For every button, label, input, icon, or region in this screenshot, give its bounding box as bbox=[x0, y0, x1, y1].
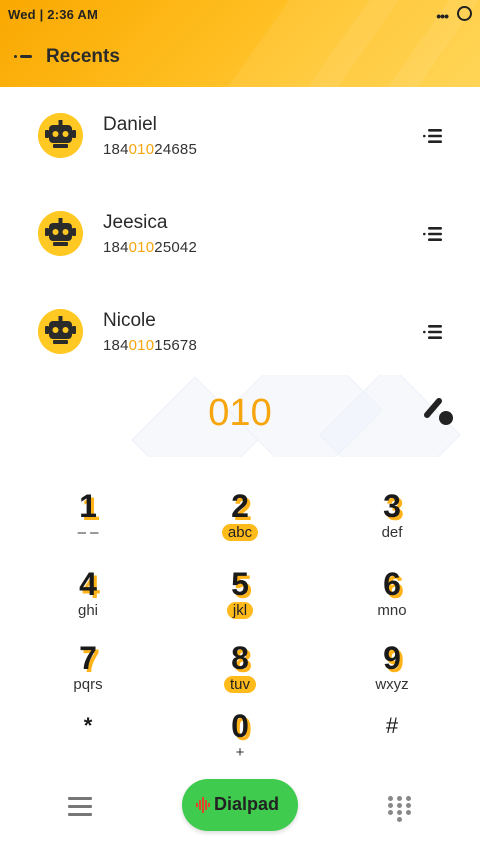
key-5[interactable]: 5 jkl bbox=[160, 566, 320, 640]
contact-menu-icon[interactable] bbox=[422, 324, 444, 340]
status-bar: Wed | 2:36 AM ••• bbox=[0, 0, 480, 28]
key-2[interactable]: 2 abc bbox=[160, 488, 320, 562]
contact-name: Jeesica bbox=[103, 212, 168, 233]
key-letters: + bbox=[235, 744, 245, 761]
key-1[interactable]: 1 – – bbox=[8, 488, 168, 562]
key-letters: tuv bbox=[223, 676, 256, 693]
key-4[interactable]: 4 ghi bbox=[8, 566, 168, 640]
key-letters: def bbox=[381, 524, 403, 541]
header: Wed | 2:36 AM ••• Recents bbox=[0, 0, 480, 87]
key-digit: 7 bbox=[79, 640, 97, 676]
dialed-number: 010 bbox=[208, 392, 272, 434]
contact-row[interactable]: Nicole 18401015678 bbox=[0, 283, 480, 381]
contact-name: Daniel bbox=[103, 114, 157, 135]
robot-avatar-icon bbox=[38, 309, 83, 354]
contact-row[interactable]: Daniel 18401024685 bbox=[0, 87, 480, 185]
key-digit: 5 bbox=[231, 566, 249, 602]
key-digit: 0 bbox=[231, 708, 249, 744]
dialpad-button[interactable]: Dialpad bbox=[182, 779, 298, 831]
dialpad-label: Dialpad bbox=[214, 794, 280, 814]
key-digit: # bbox=[385, 713, 399, 738]
voice-wave-icon bbox=[196, 797, 210, 813]
key-6[interactable]: 6 mno bbox=[312, 566, 472, 640]
status-dots-icon: ••• bbox=[436, 8, 449, 24]
contact-name: Nicole bbox=[103, 310, 156, 331]
page-title: Recents bbox=[46, 46, 120, 67]
bottom-bar: Dialpad bbox=[0, 772, 480, 842]
recents-list: Daniel 18401024685 Jeesica 18401025042 N… bbox=[0, 87, 480, 381]
key-8[interactable]: 8 tuv bbox=[160, 640, 320, 714]
key-letters: abc bbox=[221, 524, 259, 541]
key-hash[interactable]: # bbox=[312, 708, 472, 782]
contact-menu-icon[interactable] bbox=[422, 128, 444, 144]
key-3[interactable]: 3 def bbox=[312, 488, 472, 562]
back-arrow-icon[interactable] bbox=[12, 46, 34, 66]
contact-number: 18401025042 bbox=[103, 239, 197, 256]
contact-row[interactable]: Jeesica 18401025042 bbox=[0, 185, 480, 283]
key-letters: wxyz bbox=[375, 676, 409, 693]
key-digit: 1 bbox=[79, 488, 97, 524]
key-letters: ghi bbox=[77, 602, 99, 619]
key-star[interactable]: * bbox=[8, 708, 168, 782]
key-digit: 9 bbox=[383, 640, 401, 676]
contact-number: 18401015678 bbox=[103, 337, 197, 354]
key-digit: 3 bbox=[383, 488, 401, 524]
key-letters: – – bbox=[77, 524, 99, 541]
number-match-highlight: 010 bbox=[128, 141, 155, 158]
robot-avatar-icon bbox=[38, 211, 83, 256]
key-letters: mno bbox=[377, 602, 407, 619]
robot-avatar-icon bbox=[38, 113, 83, 158]
status-ring-icon bbox=[457, 6, 472, 21]
key-digit: 8 bbox=[231, 640, 249, 676]
key-digit: 6 bbox=[383, 566, 401, 602]
number-match-highlight: 010 bbox=[128, 239, 155, 256]
key-0[interactable]: 0 + bbox=[160, 708, 320, 782]
key-digit: * bbox=[83, 713, 93, 738]
keypad-grid-icon[interactable] bbox=[388, 796, 412, 822]
key-9[interactable]: 9 wxyz bbox=[312, 640, 472, 714]
contact-number: 18401024685 bbox=[103, 141, 197, 158]
key-letters: pqrs bbox=[73, 676, 103, 693]
menu-icon[interactable] bbox=[68, 797, 92, 817]
key-letters: jkl bbox=[226, 602, 254, 619]
status-time: Wed | 2:36 AM bbox=[8, 7, 99, 22]
key-digit: 2 bbox=[231, 488, 249, 524]
contact-menu-icon[interactable] bbox=[422, 226, 444, 242]
number-match-highlight: 010 bbox=[128, 337, 155, 354]
key-digit: 4 bbox=[79, 566, 97, 602]
dialed-display: 010 bbox=[0, 375, 480, 457]
delete-icon[interactable] bbox=[422, 395, 458, 429]
key-7[interactable]: 7 pqrs bbox=[8, 640, 168, 714]
